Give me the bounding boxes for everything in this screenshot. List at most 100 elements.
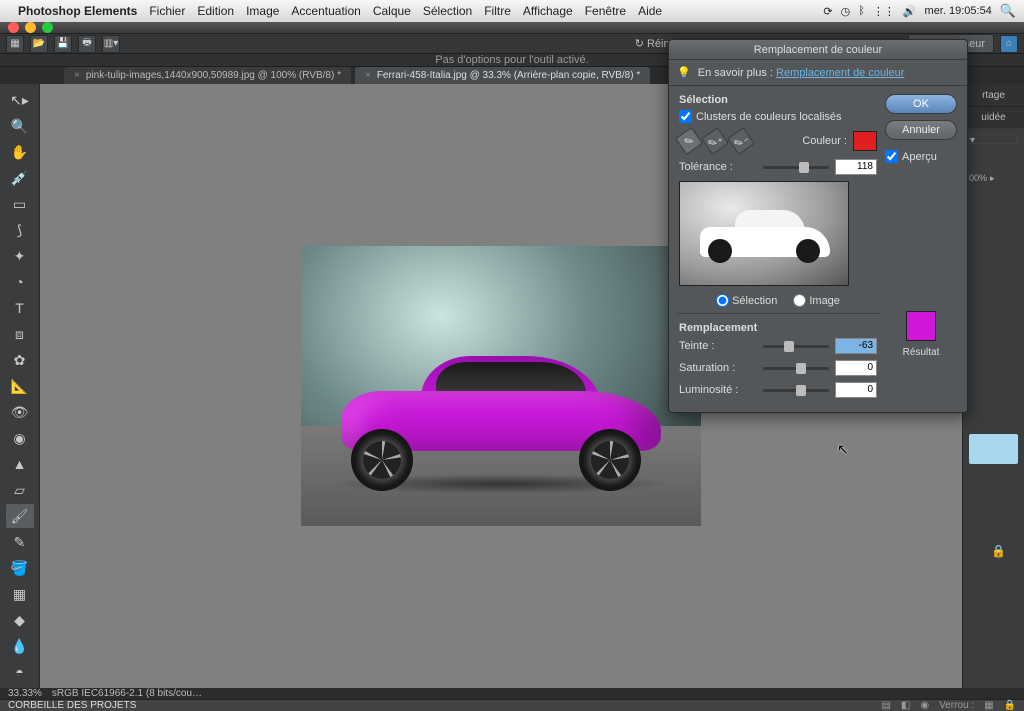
selection-label: Sélection (679, 94, 877, 106)
eyedropper-minus-icon[interactable]: ✎₋ (727, 127, 755, 155)
spot-heal-tool-icon[interactable]: ◉ (6, 426, 34, 450)
tolerance-slider[interactable] (763, 166, 829, 169)
result-color-swatch[interactable] (906, 311, 936, 341)
volume-icon[interactable]: 🔊 (903, 5, 917, 18)
print-icon[interactable]: 🖶 (78, 35, 96, 53)
window-zoom-button[interactable] (42, 22, 53, 33)
tolerance-input[interactable]: 118 (835, 159, 877, 175)
magic-wand-tool-icon[interactable]: ✦ (6, 244, 34, 268)
lasso-tool-icon[interactable]: ⟆ (6, 218, 34, 242)
sponge-tool-icon[interactable]: ◓ (6, 660, 34, 684)
result-label: Résultat (885, 347, 957, 358)
panel-tab-partage[interactable]: rtage (982, 90, 1005, 101)
bucket-tool-icon[interactable]: 🪣 (6, 556, 34, 580)
eyedropper-icon[interactable]: ✎ (675, 127, 703, 155)
straighten-tool-icon[interactable]: 📐 (6, 374, 34, 398)
mac-menubar: Photoshop Elements Fichier Edition Image… (0, 0, 1024, 22)
menu-selection[interactable]: Sélection (423, 4, 472, 18)
brush-tool-icon[interactable]: 🖌 (6, 504, 34, 528)
quick-select-tool-icon[interactable]: ◔ (6, 270, 34, 294)
tolerance-label: Tolérance : (679, 161, 757, 173)
projects-bin[interactable]: CORBEILLE DES PROJETS ▤ ◧ ◉ Verrou : ▦ 🔒 (0, 699, 1024, 711)
hue-input[interactable]: -63 (835, 338, 877, 354)
lock-all-icon[interactable]: ▦ (984, 700, 993, 711)
eyedropper-tool-icon[interactable]: 💉 (6, 166, 34, 190)
document-tab-1[interactable]: × pink-tulip-images,1440x900,50989.jpg @… (64, 67, 351, 84)
help-link[interactable]: Remplacement de couleur (776, 67, 904, 79)
replace-label: Remplacement (679, 322, 877, 334)
color-profile: sRGB IEC61966-2.1 (8 bits/cou… (52, 688, 202, 699)
spotlight-icon[interactable]: 🔍 (1000, 3, 1016, 19)
lock-label: Verrou : (939, 700, 974, 711)
tool-palette: ↖▸ 🔍 ✋ 💉 ▭ ⟆ ✦ ◔ T ⧈ ✿ 📐 👁 ◉ ▲ ▱ 🖌 ✎ 🪣 ▦… (0, 84, 40, 688)
menu-accentuation[interactable]: Accentuation (291, 4, 360, 18)
sync-icon[interactable]: ⟳ (823, 5, 832, 18)
lock-icon[interactable]: 🔒 (991, 544, 1006, 558)
menu-calque[interactable]: Calque (373, 4, 411, 18)
radio-selection[interactable]: Sélection (716, 294, 777, 307)
luminosity-slider[interactable] (763, 389, 829, 392)
zoom-tool-icon[interactable]: 🔍 (6, 114, 34, 138)
bluetooth-icon[interactable]: ᛒ (858, 5, 865, 17)
home-icon[interactable]: ⌂ (1000, 35, 1018, 53)
close-icon[interactable]: × (365, 70, 371, 81)
menu-affichage[interactable]: Affichage (523, 4, 573, 18)
hue-slider[interactable] (763, 345, 829, 348)
app-name[interactable]: Photoshop Elements (18, 4, 137, 18)
traffic-lights (8, 22, 53, 33)
menu-edition[interactable]: Edition (197, 4, 234, 18)
document-canvas[interactable] (301, 246, 701, 526)
preview-checkbox[interactable]: Aperçu (885, 150, 957, 163)
lock-pixels-icon[interactable]: 🔒 (1004, 700, 1016, 711)
ok-button[interactable]: OK (885, 94, 957, 114)
blend-mode-dropdown[interactable]: ▾ (969, 134, 1018, 144)
window-close-button[interactable] (8, 22, 19, 33)
cookie-cutter-tool-icon[interactable]: ✿ (6, 348, 34, 372)
open-icon[interactable]: 📂 (30, 35, 48, 53)
selection-preview[interactable] (679, 181, 849, 286)
opacity-value[interactable]: 00% (969, 173, 987, 183)
document-tab-2[interactable]: × Ferrari-458-Italia.jpg @ 33.3% (Arrièr… (355, 67, 650, 84)
eraser-tool-icon[interactable]: ▱ (6, 478, 34, 502)
redeye-tool-icon[interactable]: 👁 (6, 400, 34, 424)
saturation-slider[interactable] (763, 367, 829, 370)
saturation-label: Saturation : (679, 362, 757, 374)
panel-icon[interactable]: ▤ (881, 700, 890, 711)
radio-image[interactable]: Image (793, 294, 840, 307)
cancel-button[interactable]: Annuler (885, 120, 957, 140)
marquee-tool-icon[interactable]: ▭ (6, 192, 34, 216)
localized-clusters-checkbox[interactable] (679, 110, 692, 123)
wifi-icon[interactable]: ⋮⋮ (873, 5, 895, 18)
app-menu-icon[interactable]: ▦ (6, 35, 24, 53)
luminosity-input[interactable]: 0 (835, 382, 877, 398)
zoom-level[interactable]: 33.33% (8, 688, 42, 699)
menu-aide[interactable]: Aide (638, 4, 662, 18)
smart-brush-tool-icon[interactable]: ✎ (6, 530, 34, 554)
type-tool-icon[interactable]: T (6, 296, 34, 320)
menu-filtre[interactable]: Filtre (484, 4, 511, 18)
options-text: Pas d'options pour l'outil activé. (435, 54, 588, 66)
source-color-swatch[interactable] (853, 131, 877, 151)
arrange-icon[interactable]: ▥▾ (102, 35, 120, 53)
clock[interactable]: mer. 19:05:54 (925, 5, 992, 17)
layer-thumbnail[interactable] (969, 434, 1018, 464)
saturation-input[interactable]: 0 (835, 360, 877, 376)
menu-fichier[interactable]: Fichier (149, 4, 185, 18)
close-icon[interactable]: × (74, 70, 80, 81)
window-minimize-button[interactable] (25, 22, 36, 33)
blur-tool-icon[interactable]: 💧 (6, 634, 34, 658)
menu-fenetre[interactable]: Fenêtre (585, 4, 626, 18)
menu-image[interactable]: Image (246, 4, 279, 18)
eyedropper-plus-icon[interactable]: ✎₊ (701, 127, 729, 155)
move-tool-icon[interactable]: ↖▸ (6, 88, 34, 112)
save-icon[interactable]: 💾 (54, 35, 72, 53)
panel-tab-guidee[interactable]: uidée (981, 112, 1005, 123)
time-machine-icon[interactable]: ◷ (841, 5, 851, 18)
panel-icon[interactable]: ◉ (920, 700, 929, 711)
shape-tool-icon[interactable]: ◆ (6, 608, 34, 632)
gradient-tool-icon[interactable]: ▦ (6, 582, 34, 606)
hand-tool-icon[interactable]: ✋ (6, 140, 34, 164)
clone-tool-icon[interactable]: ▲ (6, 452, 34, 476)
crop-tool-icon[interactable]: ⧈ (6, 322, 34, 346)
panel-icon[interactable]: ◧ (901, 700, 910, 711)
